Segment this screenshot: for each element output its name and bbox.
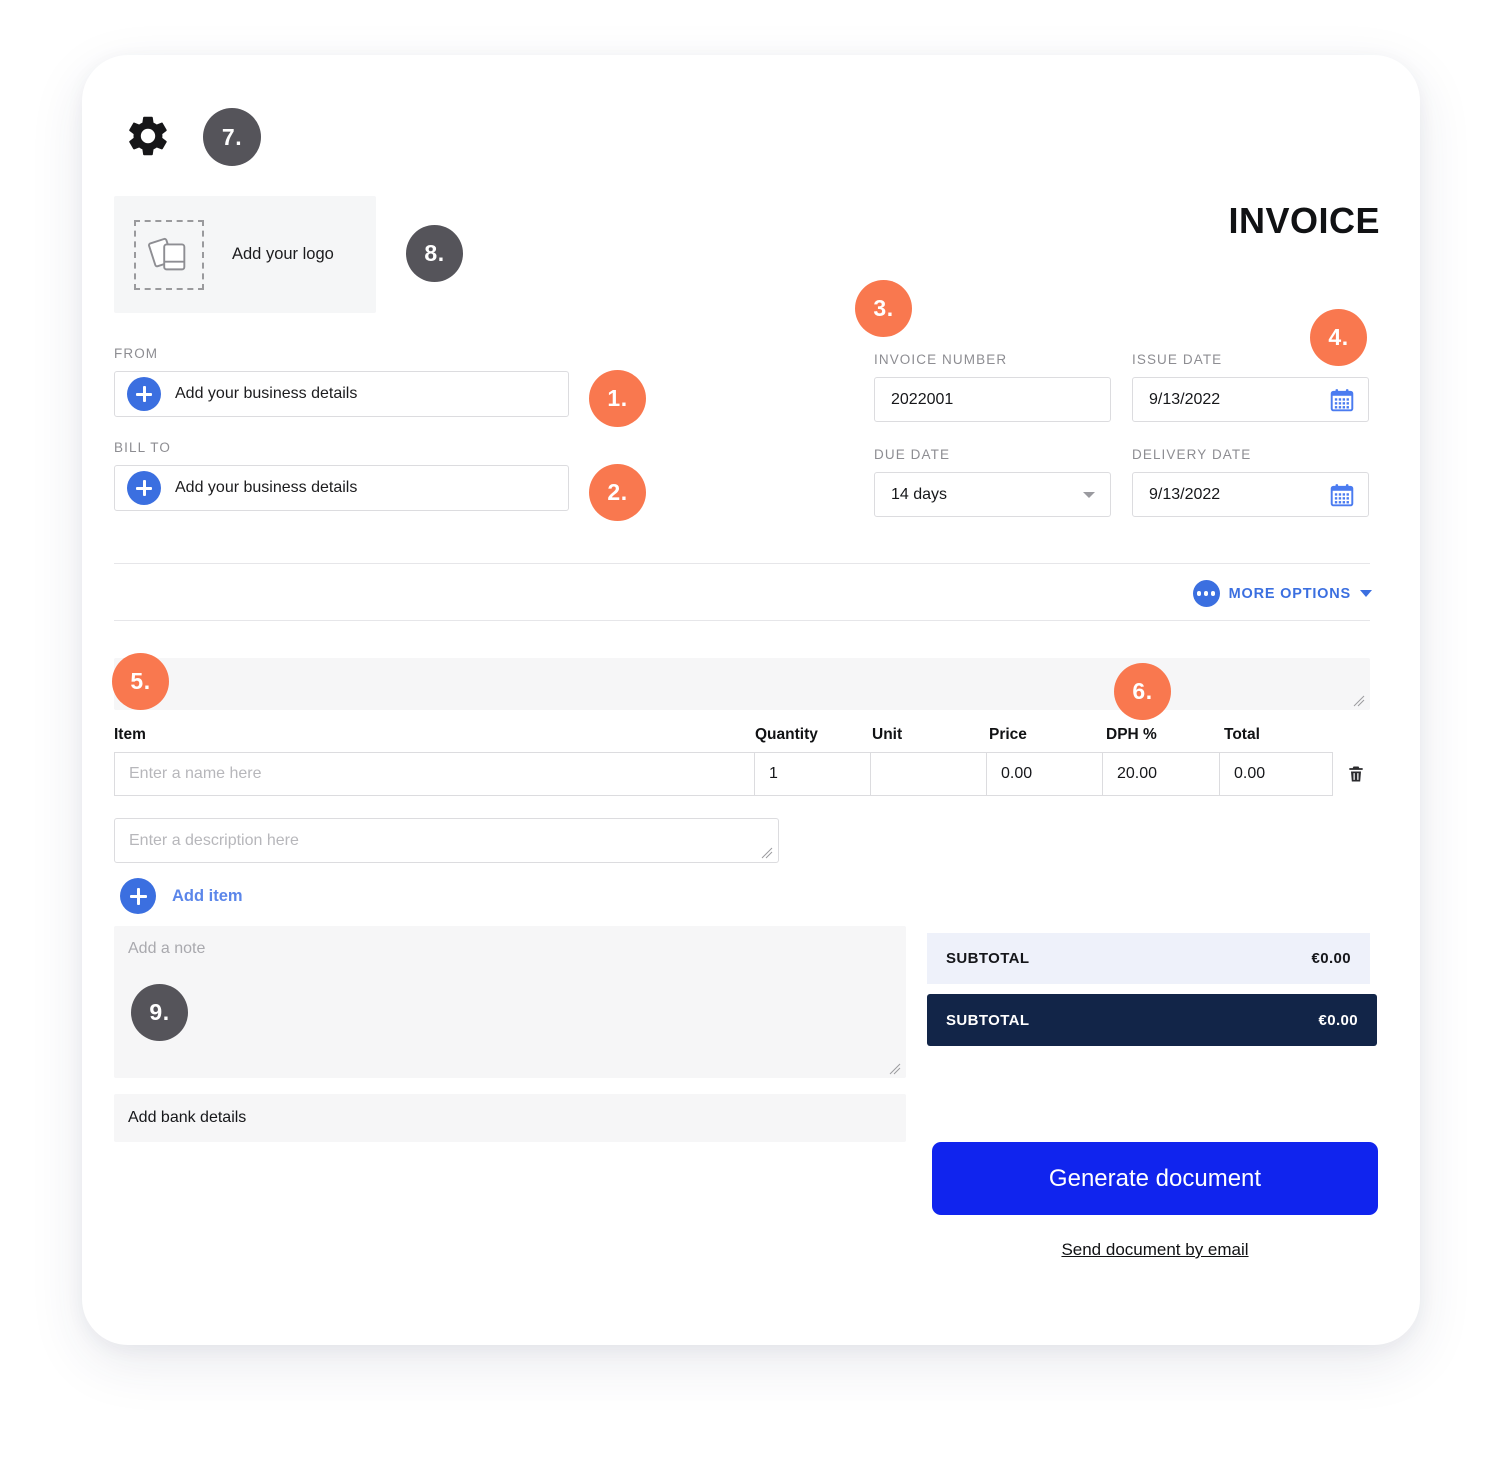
column-header-price: Price: [989, 726, 1027, 743]
callout-badge-4: 4.: [1310, 309, 1367, 366]
resize-handle-icon[interactable]: [761, 847, 773, 859]
column-header-unit: Unit: [872, 726, 903, 743]
callout-label: 3.: [873, 295, 894, 321]
callout-badge-1: 1.: [589, 370, 646, 427]
delivery-date-input[interactable]: 9/13/2022: [1132, 472, 1369, 517]
plus-icon: [127, 377, 161, 411]
column-header-item: Item: [114, 726, 146, 743]
subtotal-row-light: SUBTOTAL €0.00: [927, 933, 1370, 984]
subtotal-label: SUBTOTAL: [946, 950, 1030, 967]
callout-label: 7.: [221, 123, 243, 150]
callout-badge-9: 9.: [131, 984, 188, 1041]
divider-top: [114, 563, 1370, 564]
logo-label: Add your logo: [232, 245, 334, 263]
add-item-button[interactable]: Add item: [120, 878, 243, 914]
plus-icon: [127, 471, 161, 505]
from-section: FROM Add your business details: [114, 346, 569, 417]
total-label: SUBTOTAL: [946, 1011, 1030, 1029]
logo-dropzone: [134, 219, 204, 290]
item-quantity-input[interactable]: 1: [754, 752, 871, 796]
item-description-input[interactable]: Enter a description here: [114, 818, 779, 863]
column-header-quantity: Quantity: [755, 726, 818, 743]
bank-details-input[interactable]: Add bank details: [114, 1094, 906, 1142]
more-options-button[interactable]: MORE OPTIONS: [1192, 580, 1372, 607]
screenshot-root: 7. Add your logo 8. INVOICE FROM Add you…: [0, 0, 1494, 1464]
plus-icon: [120, 878, 156, 914]
divider-bottom: [114, 620, 1370, 621]
note-placeholder: Add a note: [128, 940, 206, 957]
gear-icon[interactable]: [124, 112, 172, 160]
callout-badge-3: 3.: [855, 280, 912, 337]
callout-label: 1.: [607, 385, 628, 411]
logo-upload-area[interactable]: Add your logo: [114, 196, 376, 313]
callout-badge-5: 5.: [112, 653, 169, 710]
page-title: INVOICE: [1228, 200, 1380, 241]
more-options-label: MORE OPTIONS: [1228, 585, 1351, 602]
resize-handle-icon[interactable]: [1353, 695, 1365, 707]
callout-badge-8: 8.: [406, 225, 463, 282]
from-value: Add your business details: [175, 385, 358, 402]
due-date-value: 14 days: [891, 485, 948, 503]
trash-icon: [1349, 766, 1363, 782]
callout-badge-6: 6.: [1114, 663, 1171, 720]
column-header-actions: [1338, 726, 1376, 744]
column-header-total: Total: [1224, 726, 1260, 743]
invoice-number-input[interactable]: 2022001: [874, 377, 1111, 422]
three-dots-icon: [1192, 580, 1220, 607]
bank-details-label: Add bank details: [128, 1109, 247, 1126]
due-date-select[interactable]: 14 days: [874, 472, 1111, 517]
due-date-label: DUE DATE: [874, 447, 951, 462]
chevron-down-icon: [1360, 590, 1372, 597]
callout-badge-2: 2.: [589, 464, 646, 521]
delivery-date-field: DELIVERY DATE 9/13/2022: [1132, 447, 1369, 517]
bill-to-label: BILL TO: [114, 440, 171, 455]
bill-to-value: Add your business details: [175, 479, 358, 496]
delete-row-button[interactable]: [1346, 752, 1366, 796]
issue-date-input[interactable]: 9/13/2022: [1132, 377, 1369, 422]
item-total-value: 0.00: [1219, 752, 1333, 796]
callout-label: 6.: [1132, 678, 1153, 704]
send-document-by-email-label: Send document by email: [1061, 1240, 1249, 1259]
column-header-dph: DPH %: [1106, 726, 1157, 743]
item-dph-input[interactable]: 20.00: [1102, 752, 1220, 796]
invoice-number-label: INVOICE NUMBER: [874, 352, 1008, 367]
items-table-header: Item Quantity Unit Price DPH % Total: [114, 726, 1376, 752]
image-placeholder-icon: [148, 237, 186, 270]
items-table: Item Quantity Unit Price DPH % Total Ent…: [114, 726, 1376, 796]
calendar-icon[interactable]: [1328, 482, 1356, 508]
invoice-number-field: INVOICE NUMBER 2022001: [874, 352, 1111, 422]
callout-badge-7: 7.: [203, 108, 261, 166]
callout-label: 9.: [149, 999, 170, 1025]
from-input[interactable]: Add your business details: [114, 371, 569, 417]
table-row: Enter a name here 1 0.00 20.00 0.00: [114, 752, 1376, 796]
subtotal-row-dark: SUBTOTAL €0.00: [927, 994, 1377, 1046]
bill-to-input[interactable]: Add your business details: [114, 465, 569, 511]
invoice-number-value: 2022001: [891, 390, 954, 408]
item-description-placeholder: Enter a description here: [129, 831, 299, 849]
from-label: FROM: [114, 346, 159, 361]
callout-label: 5.: [130, 668, 151, 694]
item-price-input[interactable]: 0.00: [986, 752, 1103, 796]
item-unit-input[interactable]: [870, 752, 987, 796]
total-value: €0.00: [1318, 1011, 1358, 1029]
invoice-meta-fields: INVOICE NUMBER 2022001 ISSUE DATE 9/13/2…: [874, 352, 1370, 517]
callout-label: 2.: [607, 479, 628, 505]
callout-label: 4.: [1328, 324, 1349, 350]
calendar-icon[interactable]: [1328, 387, 1356, 413]
delivery-date-value: 9/13/2022: [1149, 485, 1221, 503]
subtotal-value: €0.00: [1311, 950, 1351, 967]
add-item-label: Add item: [172, 886, 243, 905]
item-name-input[interactable]: Enter a name here: [114, 752, 755, 796]
issue-date-value: 9/13/2022: [1149, 390, 1221, 408]
callout-label: 8.: [424, 240, 445, 266]
send-document-by-email-link[interactable]: Send document by email: [932, 1240, 1378, 1260]
generate-document-button[interactable]: Generate document: [932, 1142, 1378, 1215]
due-date-field: DUE DATE 14 days: [874, 447, 1111, 517]
resize-handle-icon[interactable]: [889, 1063, 901, 1075]
bill-to-section: BILL TO Add your business details: [114, 440, 569, 511]
chevron-down-icon: [1083, 491, 1095, 498]
items-title-input[interactable]: [114, 658, 1370, 710]
note-input[interactable]: Add a note: [114, 926, 906, 1078]
delivery-date-label: DELIVERY DATE: [1132, 447, 1252, 462]
